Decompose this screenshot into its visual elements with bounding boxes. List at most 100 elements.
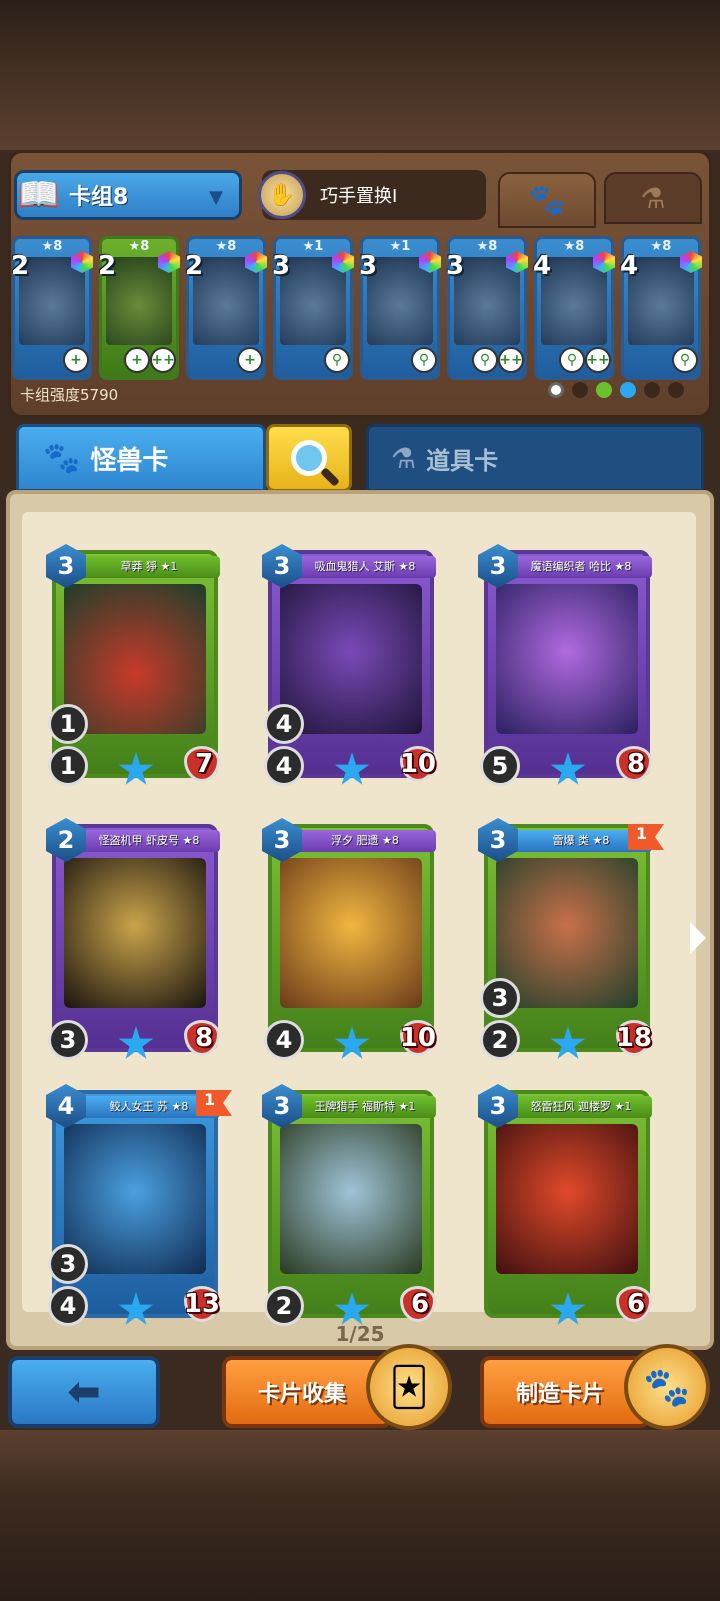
deck-strength: 卡组强度5790	[20, 386, 119, 404]
deck-card[interactable]: ★8 4 ⚲ ++	[533, 236, 615, 380]
card-art	[64, 858, 206, 1008]
collection-card[interactable]: 魔语编织者 哈比 ★8 3 5 8	[478, 544, 652, 786]
card-attack: 3	[48, 1020, 88, 1060]
water-filter-icon[interactable]	[620, 382, 636, 398]
deck-name: 卡组8	[69, 185, 129, 210]
chevron-down-icon: ▼	[209, 187, 223, 208]
card-health: 10	[399, 1023, 436, 1053]
card-cost: 2	[11, 251, 30, 281]
element-filter	[548, 382, 684, 398]
card-cost: 2	[98, 251, 117, 281]
hook-ability-icon: ⚲	[472, 347, 498, 373]
back-arrow-icon: ⬅	[67, 1369, 101, 1415]
category-monster-tab[interactable]: 🐾 怪兽卡	[16, 424, 266, 492]
collection-card[interactable]: 浮夕 肥遗 ★8 3 4 10	[262, 818, 436, 1060]
category-monster-label: 怪兽卡	[90, 445, 169, 476]
deck-card[interactable]: ★1 3 ⚲	[272, 236, 354, 380]
card-cost: 3	[359, 251, 378, 281]
hook-ability-icon: ⚲	[559, 347, 585, 373]
deck-card[interactable]: ★1 3 ⚲	[359, 236, 441, 380]
card-attack: 4	[264, 746, 304, 786]
card-health: 18	[615, 1023, 652, 1053]
deck-card[interactable]: ★8 2 +	[11, 236, 93, 380]
card-art	[280, 858, 422, 1008]
card-health: 6	[626, 1289, 646, 1319]
card-art	[280, 1124, 422, 1274]
paw-icon: 🐾	[43, 440, 81, 476]
heal-ability-icon: +	[237, 347, 263, 373]
hook-ability-icon: ⚲	[411, 347, 437, 373]
card-health: 7	[194, 749, 214, 779]
paw-icon: 🐾	[528, 182, 566, 218]
all-filter-icon[interactable]	[548, 382, 564, 398]
collection-card[interactable]: 吸血鬼猎人 艾斯 ★8 3 4 4 10	[262, 544, 436, 786]
page-indicator: 1/25	[335, 1322, 385, 1346]
hook-ability-icon: ⚲	[324, 347, 350, 373]
card-top-stat: 4	[264, 704, 304, 744]
collection-card[interactable]: 王牌猎手 福斯特 ★1 3 2 6	[262, 1084, 436, 1326]
category-item-label: 道具卡	[426, 446, 499, 475]
card-art	[280, 584, 422, 734]
tab-monster[interactable]: 🐾	[498, 172, 596, 228]
next-page-arrow-icon[interactable]	[690, 922, 706, 954]
deck-card[interactable]: ★8 3 ⚲ ++	[446, 236, 528, 380]
search-icon	[291, 440, 327, 476]
swap-skill[interactable]: ✋ 巧手置换I	[258, 170, 486, 220]
card-name: 怒雷狂风 迦楼罗 ★1	[510, 1096, 652, 1118]
card-art	[64, 1124, 206, 1274]
shadow-filter-icon[interactable]	[572, 382, 588, 398]
card-health: 13	[183, 1289, 220, 1319]
heal-ability-icon: ++	[498, 347, 524, 373]
collection-card[interactable]: 雷爆 类 ★8 3 1 3 2 18	[478, 818, 664, 1060]
collection-card[interactable]: 鲛人女王 苏 ★8 4 1 3 4 13	[46, 1084, 232, 1326]
card-name: 草莽 猙 ★1	[78, 556, 220, 578]
card-attack: 1	[48, 746, 88, 786]
card-health: 8	[626, 749, 646, 779]
collection-card[interactable]: 怪盗机甲 虾皮号 ★8 2 3 8	[46, 818, 220, 1060]
flask-icon: ⚗	[640, 181, 666, 215]
card-collection-label: 卡片收集	[258, 1382, 347, 1407]
nature-filter-icon[interactable]	[596, 382, 612, 398]
hook-ability-icon: ⚲	[672, 347, 698, 373]
card-top-stat: 3	[480, 978, 520, 1018]
heal-ability-icon: ++	[585, 347, 611, 373]
deck-card[interactable]: ★8 2 + ++	[98, 236, 180, 380]
fire-filter-icon[interactable]	[668, 382, 684, 398]
heal-ability-icon: ++	[150, 347, 176, 373]
craft-jar-icon[interactable]: 🐾	[624, 1344, 710, 1430]
bottom-background	[0, 1430, 720, 1601]
card-name: 浮夕 肥遗 ★8	[294, 830, 436, 852]
card-attack: 4	[48, 1286, 88, 1326]
collection-card[interactable]: 草莽 猙 ★1 3 1 1 7	[46, 544, 220, 786]
card-health: 10	[399, 749, 436, 779]
card-attack: 5	[480, 746, 520, 786]
card-cost: 2	[185, 251, 204, 281]
deck-card[interactable]: ★8 4 ⚲	[620, 236, 702, 380]
card-art	[496, 1124, 638, 1274]
search-button[interactable]	[266, 424, 352, 492]
card-name: 吸血鬼猎人 艾斯 ★8	[294, 556, 436, 578]
heal-ability-icon: +	[124, 347, 150, 373]
hand-avatar-icon: ✋	[258, 171, 306, 219]
top-background	[0, 0, 720, 150]
card-health: 6	[410, 1289, 430, 1319]
tab-item[interactable]: ⚗	[604, 172, 702, 224]
back-button[interactable]: ⬅	[8, 1356, 160, 1428]
card-name: 怪盗机甲 虾皮号 ★8	[78, 830, 220, 852]
flask-icon: ⚗	[391, 441, 417, 475]
card-art	[496, 584, 638, 734]
card-cost: 4	[533, 251, 552, 281]
deck-book-icon: 📖	[17, 175, 61, 215]
card-attack: 2	[480, 1020, 520, 1060]
card-top-stat: 1	[48, 704, 88, 744]
card-album-icon[interactable]: 🃏	[366, 1344, 452, 1430]
card-cost: 3	[446, 251, 465, 281]
wind-filter-icon[interactable]	[644, 382, 660, 398]
card-attack: 2	[264, 1286, 304, 1326]
card-art	[496, 858, 638, 1008]
card-name: 王牌猎手 福斯特 ★1	[294, 1096, 436, 1118]
deck-card[interactable]: ★8 2 +	[185, 236, 267, 380]
category-item-tab[interactable]: ⚗ 道具卡	[366, 424, 704, 492]
collection-card[interactable]: 怒雷狂风 迦楼罗 ★1 3 6	[478, 1084, 652, 1325]
card-attack: 4	[264, 1020, 304, 1060]
